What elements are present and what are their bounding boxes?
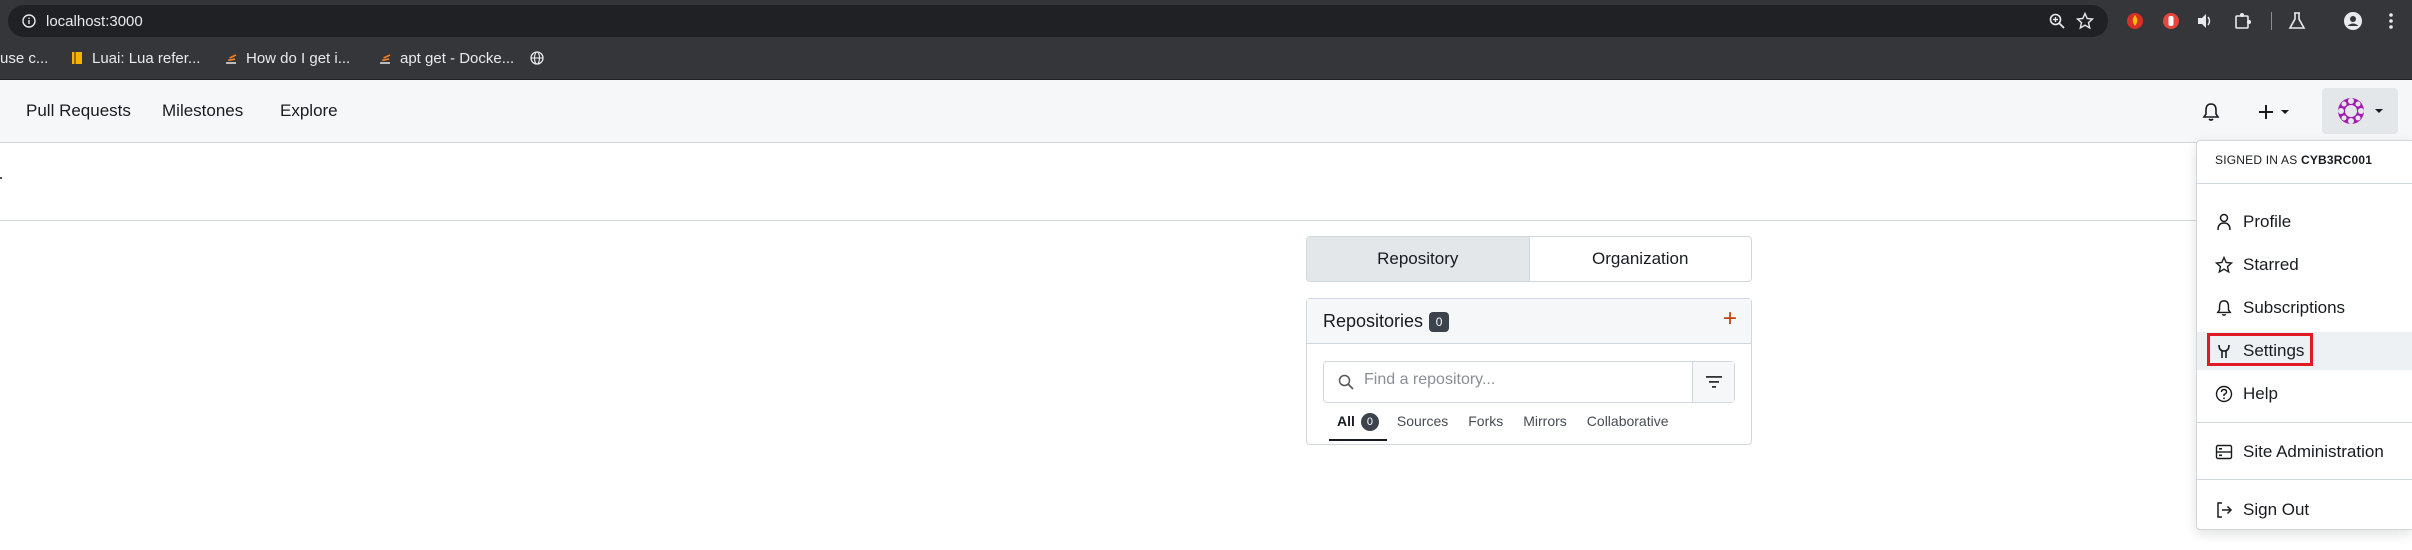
- tab-forks[interactable]: Forks: [1458, 411, 1513, 441]
- repositories-count-badge: 0: [1429, 312, 1450, 332]
- truncated-mark: [0, 177, 2, 179]
- bookmark-label: How do I get i...: [246, 50, 351, 67]
- extensions-puzzle-icon[interactable]: [2232, 10, 2254, 32]
- user-avatar-menu-button[interactable]: [2322, 88, 2398, 134]
- context-bar: [0, 143, 2412, 221]
- nav-milestones[interactable]: Milestones: [162, 101, 243, 121]
- settings-highlight-annotation: [2207, 333, 2313, 366]
- sign-out-icon: [2217, 502, 2233, 518]
- tab-repository[interactable]: Repository: [1307, 237, 1530, 281]
- menu-item-site-administration-label: Site Administration: [2243, 442, 2384, 461]
- tab-all[interactable]: All 0: [1329, 411, 1387, 441]
- signed-in-username: CYB3RC001: [2300, 153, 2373, 167]
- menu-item-sign-out-label: Sign Out: [2243, 500, 2310, 519]
- media-volume-icon[interactable]: [2194, 10, 2216, 32]
- menu-item-sign-out[interactable]: Sign Out: [2197, 491, 2412, 529]
- plus-icon: [2259, 105, 2273, 119]
- bell-icon: [2202, 103, 2220, 121]
- bookmark-label: apt get - Docke...: [400, 50, 515, 67]
- bookmark-item[interactable]: [530, 50, 552, 72]
- tab-all-count-badge: 0: [1360, 413, 1379, 431]
- menu-item-starred-label: Starred: [2243, 255, 2299, 274]
- nav-pull-requests[interactable]: Pull Requests: [26, 101, 131, 121]
- bookmark-label: use c...: [0, 50, 49, 67]
- site-navbar: Pull Requests Milestones Explore: [0, 80, 2412, 143]
- menu-item-site-administration[interactable]: Site Administration: [2197, 433, 2412, 471]
- server-icon: [2215, 444, 2233, 460]
- profile-account-icon[interactable]: [2342, 10, 2364, 32]
- repository-filter-button[interactable]: [1692, 362, 1734, 402]
- dashboard-switch: Repository Organization: [1306, 236, 1752, 282]
- bookmark-item[interactable]: How do I get i...: [224, 50, 350, 72]
- bookmark-item[interactable]: Luai: Lua refer...: [70, 50, 200, 72]
- repository-search: [1323, 361, 1735, 403]
- tab-collaborative[interactable]: Collaborative: [1577, 411, 1679, 441]
- url-text[interactable]: localhost:3000: [46, 13, 143, 30]
- signed-in-as-header: SIGNED IN AS CYB3RC001: [2215, 153, 2372, 167]
- shield-extension-icon[interactable]: [2160, 10, 2182, 32]
- filter-icon: [1705, 376, 1722, 388]
- person-icon: [2217, 213, 2231, 231]
- star-icon: [2215, 256, 2233, 274]
- menu-item-subscriptions-label: Subscriptions: [2243, 298, 2346, 317]
- menu-item-help[interactable]: Help: [2197, 375, 2412, 413]
- tab-all-label: All: [1337, 413, 1355, 429]
- repository-search-box: [1324, 362, 1692, 402]
- labs-flask-icon[interactable]: [2286, 10, 2308, 32]
- stackoverflow-icon: [226, 54, 237, 64]
- repositories-panel: Repositories0 + All0 Sources Forks Mirro…: [1306, 298, 1752, 445]
- menu-item-profile-label: Profile: [2243, 212, 2292, 231]
- bookmark-item[interactable]: apt get - Docke...: [378, 50, 514, 72]
- repositories-header: Repositories 0 +: [1307, 299, 1751, 344]
- repositories-title-text: Repositories: [1323, 311, 1424, 331]
- bookmark-item[interactable]: use c...: [0, 50, 48, 72]
- menu-divider: [2197, 479, 2412, 480]
- menu-item-subscriptions[interactable]: Subscriptions: [2197, 289, 2412, 327]
- menu-divider: [2197, 183, 2412, 184]
- new-repository-plus-icon[interactable]: +: [1723, 307, 1737, 331]
- book-icon: [72, 52, 82, 64]
- bookmark-star-icon[interactable]: [2076, 12, 2094, 30]
- repository-type-tabs: All 0 Sources Forks Mirrors Collaborative: [1329, 411, 1679, 443]
- stackoverflow-icon: [380, 54, 391, 64]
- site-info-icon[interactable]: [22, 14, 36, 28]
- zoom-icon[interactable]: [2048, 12, 2066, 30]
- create-new-button[interactable]: [2252, 90, 2296, 134]
- tab-organization[interactable]: Organization: [1530, 237, 1752, 281]
- avatar: [2338, 98, 2364, 124]
- browser-menu-icon[interactable]: [2380, 10, 2402, 32]
- fire-extension-icon[interactable]: [2124, 10, 2146, 32]
- bell-icon: [2216, 300, 2232, 316]
- tab-mirrors[interactable]: Mirrors: [1513, 411, 1577, 441]
- menu-item-profile[interactable]: Profile: [2197, 203, 2412, 241]
- browser-toolbar: localhost:3000: [0, 0, 2412, 42]
- globe-icon: [530, 51, 544, 65]
- repository-search-input[interactable]: [1364, 371, 1664, 389]
- bookmark-label: Luai: Lua refer...: [92, 50, 201, 67]
- signed-in-prefix: SIGNED IN AS: [2215, 153, 2301, 167]
- menu-divider: [2197, 422, 2412, 423]
- notifications-button[interactable]: [2194, 90, 2228, 134]
- bookmarks-bar: use c... Luai: Lua refer... How do I get…: [0, 42, 2412, 80]
- caret-down-icon: [2281, 110, 2289, 114]
- menu-item-help-label: Help: [2243, 384, 2278, 403]
- address-bar[interactable]: localhost:3000: [8, 5, 2108, 37]
- menu-item-starred[interactable]: Starred: [2197, 246, 2412, 284]
- search-icon: [1338, 374, 1354, 390]
- repositories-title: Repositories 0: [1323, 311, 1450, 332]
- nav-explore[interactable]: Explore: [280, 101, 338, 121]
- tab-sources[interactable]: Sources: [1387, 411, 1458, 441]
- toolbar-divider: [2271, 12, 2272, 30]
- caret-down-icon: [2375, 109, 2383, 113]
- question-circle-icon: [2215, 385, 2233, 403]
